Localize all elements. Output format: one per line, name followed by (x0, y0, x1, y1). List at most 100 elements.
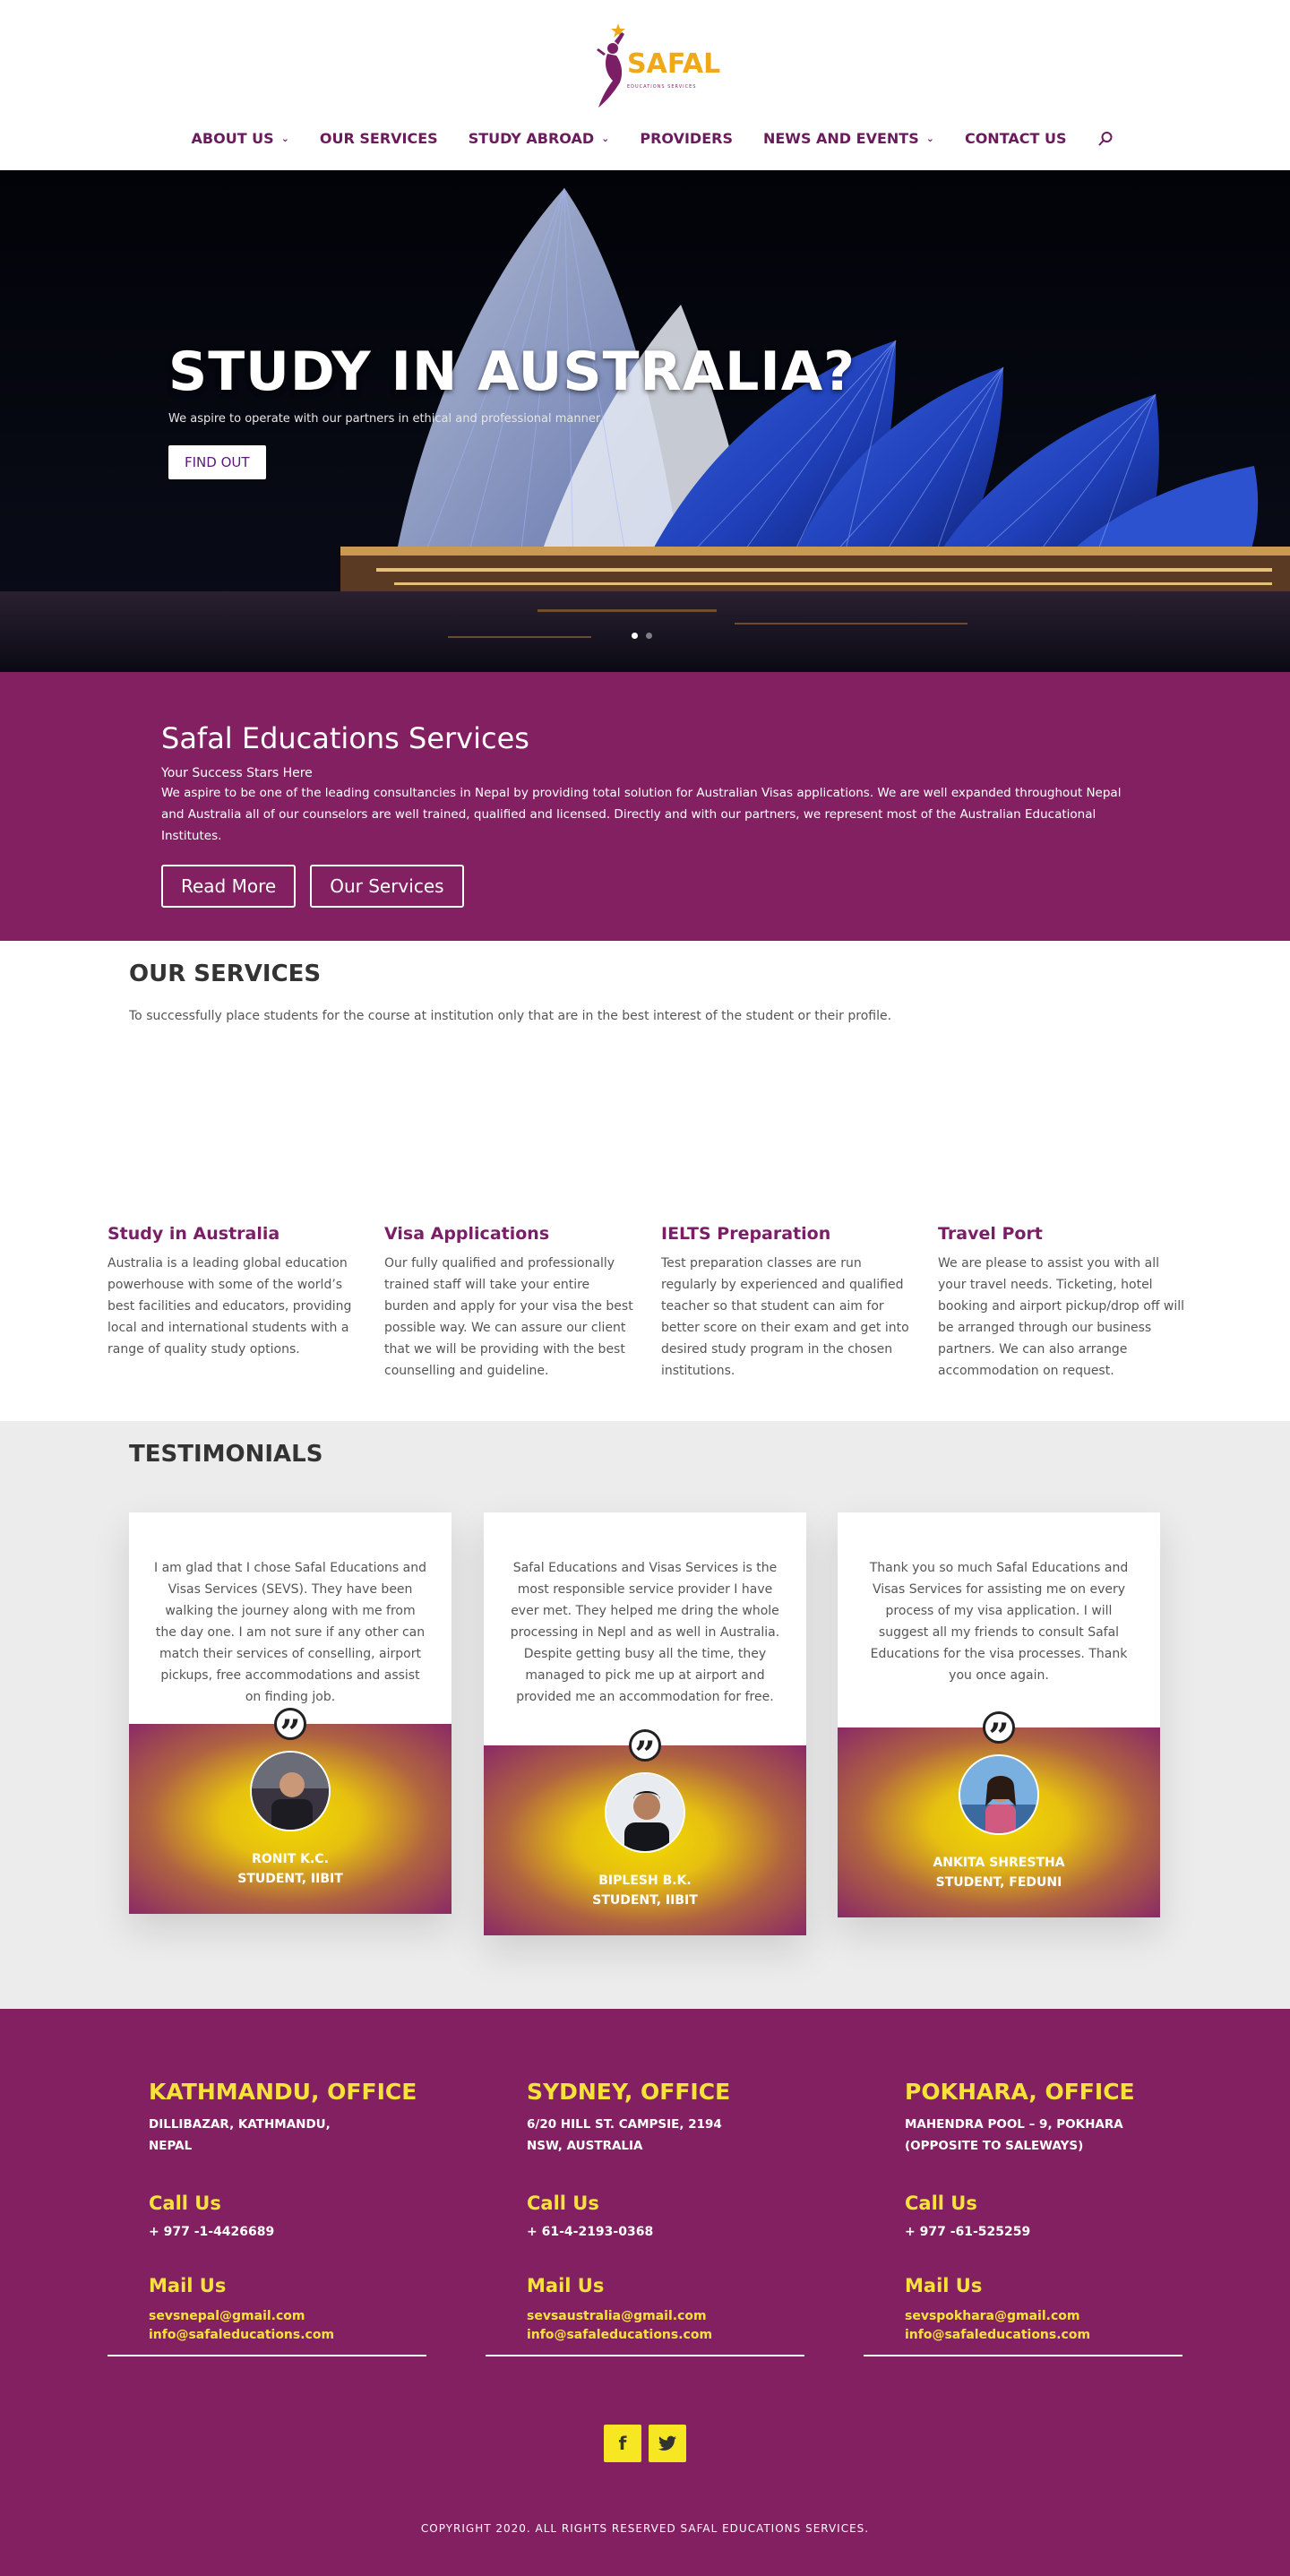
quote-icon: ” (983, 1711, 1015, 1758)
author-role: STUDENT, IIBIT (592, 1893, 698, 1908)
nav-item-providers[interactable]: PROVIDERS (640, 130, 733, 147)
office-address: 6/20 HILL ST. CAMPSIE, 2194 NSW, AUSTRAL… (527, 2114, 867, 2157)
author-role: STUDENT, IIBIT (237, 1872, 343, 1886)
office-pokhara: POKHARA, OFFICE MAHENDRA POOL – 9, POKHA… (905, 2079, 1245, 2345)
main-nav: ABOUT US ⌄ OUR SERVICES STUDY ABROAD ⌄ P… (0, 130, 1290, 147)
twitter-icon[interactable] (649, 2425, 686, 2462)
nav-item-news-and-events[interactable]: NEWS AND EVENTS ⌄ (763, 130, 934, 147)
our-services-button[interactable]: Our Services (310, 865, 464, 908)
footer-divider (108, 2355, 426, 2356)
office-address: DILLIBAZAR, KATHMANDU, NEPAL (149, 2114, 489, 2157)
testimonial-text: I am glad that I chose Safal Educations … (154, 1561, 426, 1704)
services-description: To successfully place students for the c… (129, 1009, 892, 1023)
hero-slider: STUDY IN AUSTRALIA? We aspire to operate… (0, 170, 1290, 672)
search-icon[interactable] (1097, 131, 1114, 147)
email-link[interactable]: sevsnepal@gmail.com (149, 2307, 489, 2326)
email-link[interactable]: info@safaleducations.com (527, 2326, 867, 2345)
logo-text: SAFAL (627, 48, 721, 80)
call-us-heading: Call Us (527, 2193, 599, 2214)
mail-us-heading: Mail Us (149, 2275, 227, 2296)
quote-icon: ” (274, 1708, 306, 1754)
address-line: DILLIBAZAR, KATHMANDU, (149, 2117, 331, 2132)
services-title: OUR SERVICES (129, 961, 322, 987)
author-name: ANKITA SHRESTHA (933, 1856, 1065, 1870)
email-link[interactable]: info@safaleducations.com (149, 2326, 489, 2345)
slider-dots (632, 633, 652, 639)
testimonial-author: BIPLESH B.K. STUDENT, IIBIT (484, 1871, 806, 1910)
office-phone[interactable]: + 61-4-2193-0368 (527, 2225, 867, 2239)
nav-label: OUR SERVICES (319, 130, 438, 147)
mail-us-heading: Mail Us (527, 2275, 605, 2296)
nav-label: STUDY ABROAD (468, 130, 595, 147)
office-title: SYDNEY, OFFICE (527, 2079, 731, 2105)
author-name: RONIT K.C. (252, 1852, 329, 1866)
service-text: We are please to assist you with all you… (938, 1256, 1185, 1378)
email-link[interactable]: info@safaleducations.com (905, 2326, 1245, 2345)
facebook-icon[interactable]: f (604, 2425, 641, 2462)
find-out-button[interactable]: FIND OUT (168, 445, 266, 479)
service-item: Visa Applications Our fully qualified an… (384, 1224, 661, 1382)
service-item: Travel Port We are please to assist you … (938, 1224, 1215, 1382)
footer-divider (486, 2355, 804, 2356)
testimonial-text: Thank you so much Safal Educations and V… (869, 1561, 1129, 1683)
nav-item-contact-us[interactable]: CONTACT US (965, 130, 1067, 147)
office-phone[interactable]: + 977 -61-525259 (905, 2225, 1245, 2239)
nav-item-our-services[interactable]: OUR SERVICES (320, 130, 438, 147)
email-link[interactable]: sevsaustralia@gmail.com (527, 2307, 867, 2326)
office-sydney: SYDNEY, OFFICE 6/20 HILL ST. CAMPSIE, 21… (527, 2079, 867, 2345)
hero-subtitle: We aspire to operate with our partners i… (168, 412, 604, 426)
avatar (250, 1751, 331, 1831)
email-link[interactable]: sevspokhara@gmail.com (905, 2307, 1245, 2326)
hero-title: STUDY IN AUSTRALIA? (168, 340, 856, 403)
site-header: SAFAL EDUCATIONS SERVICES ABOUT US ⌄ OUR… (0, 0, 1290, 170)
address-line: (OPPOSITE TO SALEWAYS) (905, 2139, 1084, 2153)
nav-item-study-abroad[interactable]: STUDY ABROAD ⌄ (469, 130, 610, 147)
testimonial-author: ANKITA SHRESTHA STUDENT, FEDUNI (838, 1853, 1160, 1892)
slider-dot[interactable] (646, 633, 652, 639)
service-text: Our fully qualified and professionally t… (384, 1256, 633, 1378)
service-title[interactable]: Study in Australia (108, 1224, 357, 1244)
office-address: MAHENDRA POOL – 9, POKHARA (OPPOSITE TO … (905, 2114, 1245, 2157)
service-item: IELTS Preparation Test preparation class… (661, 1224, 938, 1382)
mail-us-heading: Mail Us (905, 2275, 983, 2296)
site-footer: KATHMANDU, OFFICE DILLIBAZAR, KATHMANDU,… (0, 2009, 1290, 2576)
author-name: BIPLESH B.K. (598, 1874, 692, 1888)
quote-icon: ” (629, 1729, 661, 1776)
about-tagline: Your Success Stars Here (161, 766, 313, 780)
office-title: KATHMANDU, OFFICE (149, 2079, 417, 2105)
address-line: NEPAL (149, 2139, 193, 2153)
testimonial-card: I am glad that I chose Safal Educations … (129, 1512, 452, 1914)
testimonials-section: TESTIMONIALS I am glad that I chose Safa… (0, 1421, 1290, 2009)
nav-label: ABOUT US (191, 130, 274, 147)
chevron-down-icon: ⌄ (601, 133, 610, 144)
office-title: POKHARA, OFFICE (905, 2079, 1135, 2105)
slider-dot-active[interactable] (632, 633, 638, 639)
testimonials-title: TESTIMONIALS (129, 1441, 323, 1468)
hero-content: STUDY IN AUSTRALIA? We aspire to operate… (168, 340, 856, 479)
address-line: MAHENDRA POOL – 9, POKHARA (905, 2117, 1123, 2132)
address-line: 6/20 HILL ST. CAMPSIE, 2194 (527, 2117, 722, 2132)
service-title[interactable]: IELTS Preparation (661, 1224, 911, 1244)
testimonial-text: Safal Educations and Visas Services is t… (510, 1561, 780, 1704)
services-section: OUR SERVICES To successfully place stude… (0, 941, 1290, 1421)
nav-label: CONTACT US (964, 130, 1067, 147)
nav-item-about-us[interactable]: ABOUT US ⌄ (192, 130, 289, 147)
service-item: Study in Australia Australia is a leadin… (108, 1224, 384, 1382)
service-title[interactable]: Travel Port (938, 1224, 1188, 1244)
testimonial-card: Safal Educations and Visas Services is t… (484, 1512, 806, 1935)
about-section: Safal Educations Services Your Success S… (0, 672, 1290, 941)
copyright-text: COPYRIGHT 2020. ALL RIGHTS RESERVED SAFA… (420, 2522, 870, 2535)
testimonial-card: Thank you so much Safal Educations and V… (838, 1512, 1160, 1917)
call-us-heading: Call Us (149, 2193, 221, 2214)
service-text: Test preparation classes are run regular… (661, 1256, 909, 1378)
avatar (959, 1754, 1039, 1835)
site-logo[interactable]: SAFAL EDUCATIONS SERVICES (595, 23, 720, 109)
avatar (605, 1772, 685, 1853)
read-more-button[interactable]: Read More (161, 865, 297, 908)
testimonial-author: RONIT K.C. STUDENT, IIBIT (129, 1849, 452, 1889)
call-us-heading: Call Us (905, 2193, 977, 2214)
nav-label: NEWS AND EVENTS (762, 130, 919, 147)
office-phone[interactable]: + 977 -1-4426689 (149, 2225, 489, 2239)
service-title[interactable]: Visa Applications (384, 1224, 634, 1244)
service-text: Australia is a leading global education … (108, 1256, 352, 1357)
